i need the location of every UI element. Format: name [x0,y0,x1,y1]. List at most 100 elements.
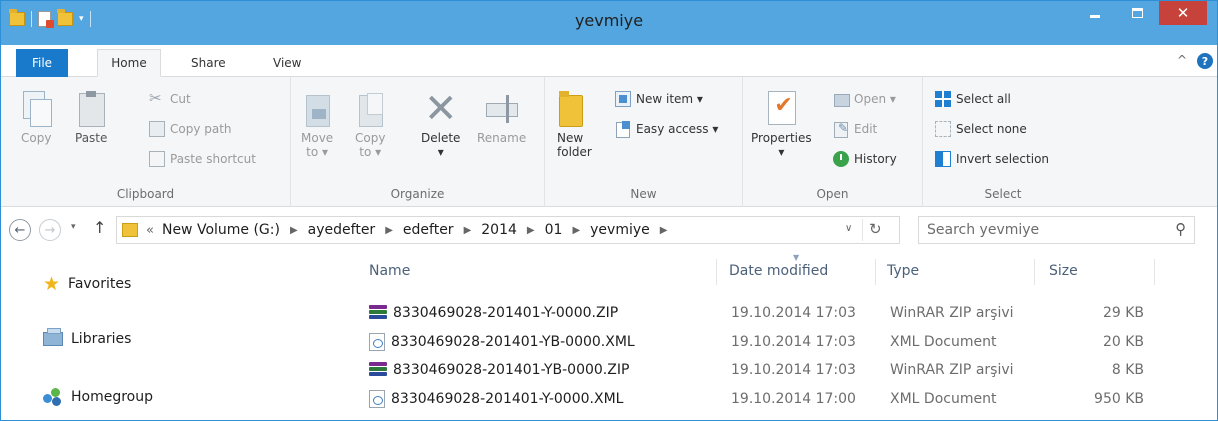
navigation-bar: ← → ▾ ↑ « New Volume (G:) ▶ ayedefter ▶ … [1,208,1217,252]
breadcrumb-item[interactable]: New Volume (G:) [162,222,280,238]
search-icon[interactable]: ⚲ [1175,220,1186,238]
zip-band [369,367,387,371]
breadcrumb-item[interactable]: 2014 [481,222,517,238]
easy-access-label: Easy access ▾ [636,122,719,136]
column-header-name[interactable]: Name [369,263,410,279]
edit-button[interactable]: Edit [833,121,877,138]
minimize-icon [1090,14,1100,18]
search-input[interactable]: Search yevmiye [927,222,1039,238]
zip-band [369,372,387,376]
cut-button[interactable]: Cut [149,89,191,107]
column-header-date[interactable]: Date modified [729,263,828,279]
paste-button[interactable]: Paste [75,91,107,145]
tab-file[interactable]: File [16,49,68,77]
rename-button[interactable]: Rename [477,91,526,145]
date-cell: 19.10.2014 17:00 [731,391,856,407]
select-none-button[interactable]: Select none [935,121,1027,137]
paste-shortcut-button[interactable]: Paste shortcut [149,151,256,167]
date-cell: 19.10.2014 17:03 [731,305,856,321]
invert-selection-button[interactable]: Invert selection [935,151,1049,167]
column-divider[interactable] [716,259,717,285]
open-button[interactable]: Open ▾ [833,91,896,107]
new-folder-button[interactable]: New folder [557,91,592,159]
copy-button[interactable]: Copy [21,91,53,145]
select-all-button[interactable]: Select all [935,91,1011,107]
history-icon [833,151,849,167]
delete-x-icon: ✕ [423,86,458,132]
chevron-right-icon[interactable]: ▶ [660,225,668,236]
open-group-label: Open [816,187,849,201]
breadcrumb-item[interactable]: 01 [545,222,563,238]
type-cell: XML Document [890,334,997,350]
nav-item-libraries[interactable]: Libraries [43,328,132,347]
recent-locations-dropdown[interactable]: ▾ [71,222,76,232]
address-bar[interactable]: « New Volume (G:) ▶ ayedefter ▶ edefter … [116,216,900,244]
properties-button[interactable]: Properties ▾ [751,91,812,159]
refresh-icon[interactable]: ↻ [869,220,882,238]
breadcrumb-overflow[interactable]: « [146,223,154,238]
nav-item-homegroup[interactable]: Homegroup [43,388,153,406]
close-button[interactable]: ✕ [1159,1,1207,25]
table-row[interactable]: 8330469028-201401-YB-0000.ZIP 19.10.2014… [369,358,1159,382]
column-header-size[interactable]: Size [1049,263,1078,279]
help-icon[interactable]: ? [1197,53,1213,69]
address-history-dropdown[interactable]: ∨ [845,223,852,234]
nav-item-label: Homegroup [71,389,154,405]
chevron-right-icon[interactable]: ▶ [464,225,472,236]
new-folder-icon [557,91,583,127]
table-row[interactable]: 8330469028-201401-Y-0000.XML 19.10.2014 … [369,387,1159,411]
select-none-icon [935,121,951,137]
chevron-right-icon[interactable]: ▶ [290,225,298,236]
copy-to-label: Copy [355,131,386,145]
ribbon-tabs: File Home Share View ^ ? [1,45,1217,77]
delete-button[interactable]: ✕ Delete ▾ [421,86,460,159]
copy-path-button[interactable]: Copy path [149,121,232,137]
table-row[interactable]: 8330469028-201401-YB-0000.XML 19.10.2014… [369,330,1159,354]
back-button[interactable]: ← [9,219,31,241]
search-box[interactable]: Search yevmiye ⚲ [918,216,1195,244]
chevron-right-icon[interactable]: ▶ [572,225,580,236]
easy-access-icon [615,121,631,138]
new-group-label: New [630,187,657,201]
file-name: 8330469028-201401-YB-0000.ZIP [393,362,630,378]
forward-button[interactable]: → [39,219,61,241]
properties-dropdown[interactable]: ▾ [778,145,784,159]
maximize-button[interactable] [1123,1,1151,25]
column-divider[interactable] [1034,259,1035,285]
nav-item-label: Libraries [71,331,132,347]
column-divider[interactable] [875,259,876,285]
up-arrow-button[interactable]: ↑ [93,218,106,237]
chevron-right-icon[interactable]: ▶ [527,225,535,236]
breadcrumb-item[interactable]: yevmiye [590,222,650,238]
copy-to-button[interactable]: Copy to ▾ [355,91,385,159]
paste-icon [76,91,106,127]
table-row[interactable]: 8330469028-201401-Y-0000.ZIP 19.10.2014 … [369,301,1159,325]
breadcrumb-item[interactable]: edefter [403,222,454,238]
column-header-type[interactable]: Type [887,263,919,279]
folder-icon [122,223,138,237]
copy-icon [21,91,53,127]
new-item-button[interactable]: New item ▾ [615,91,703,107]
delete-dropdown[interactable]: ▾ [438,145,444,159]
move-to-button[interactable]: Move to ▾ [301,91,333,159]
tab-home[interactable]: Home [97,49,161,77]
nav-item-favorites[interactable]: ★ Favorites [43,273,131,295]
column-divider[interactable] [1154,259,1155,285]
copy-to-icon [355,91,385,127]
organize-group: Move to ▾ Copy to ▾ ✕ Delete ▾ Rename Or… [291,77,545,207]
file-name: 8330469028-201401-YB-0000.XML [391,334,635,350]
tab-view[interactable]: View [261,49,313,77]
select-all-label: Select all [956,92,1011,106]
history-label: History [854,152,897,166]
easy-access-button[interactable]: Easy access ▾ [615,121,719,138]
ribbon: Copy Paste Cut Copy path Paste shortcut … [1,77,1217,207]
close-icon: ✕ [1176,4,1190,22]
history-button[interactable]: History [833,151,897,167]
minimize-ribbon-icon[interactable]: ^ [1177,53,1187,67]
properties-label: Properties [751,131,812,145]
breadcrumb-item[interactable]: ayedefter [308,222,376,238]
minimize-button[interactable] [1081,1,1109,25]
tab-share[interactable]: Share [179,49,238,77]
file-name: 8330469028-201401-Y-0000.XML [391,391,624,407]
chevron-right-icon[interactable]: ▶ [385,225,393,236]
